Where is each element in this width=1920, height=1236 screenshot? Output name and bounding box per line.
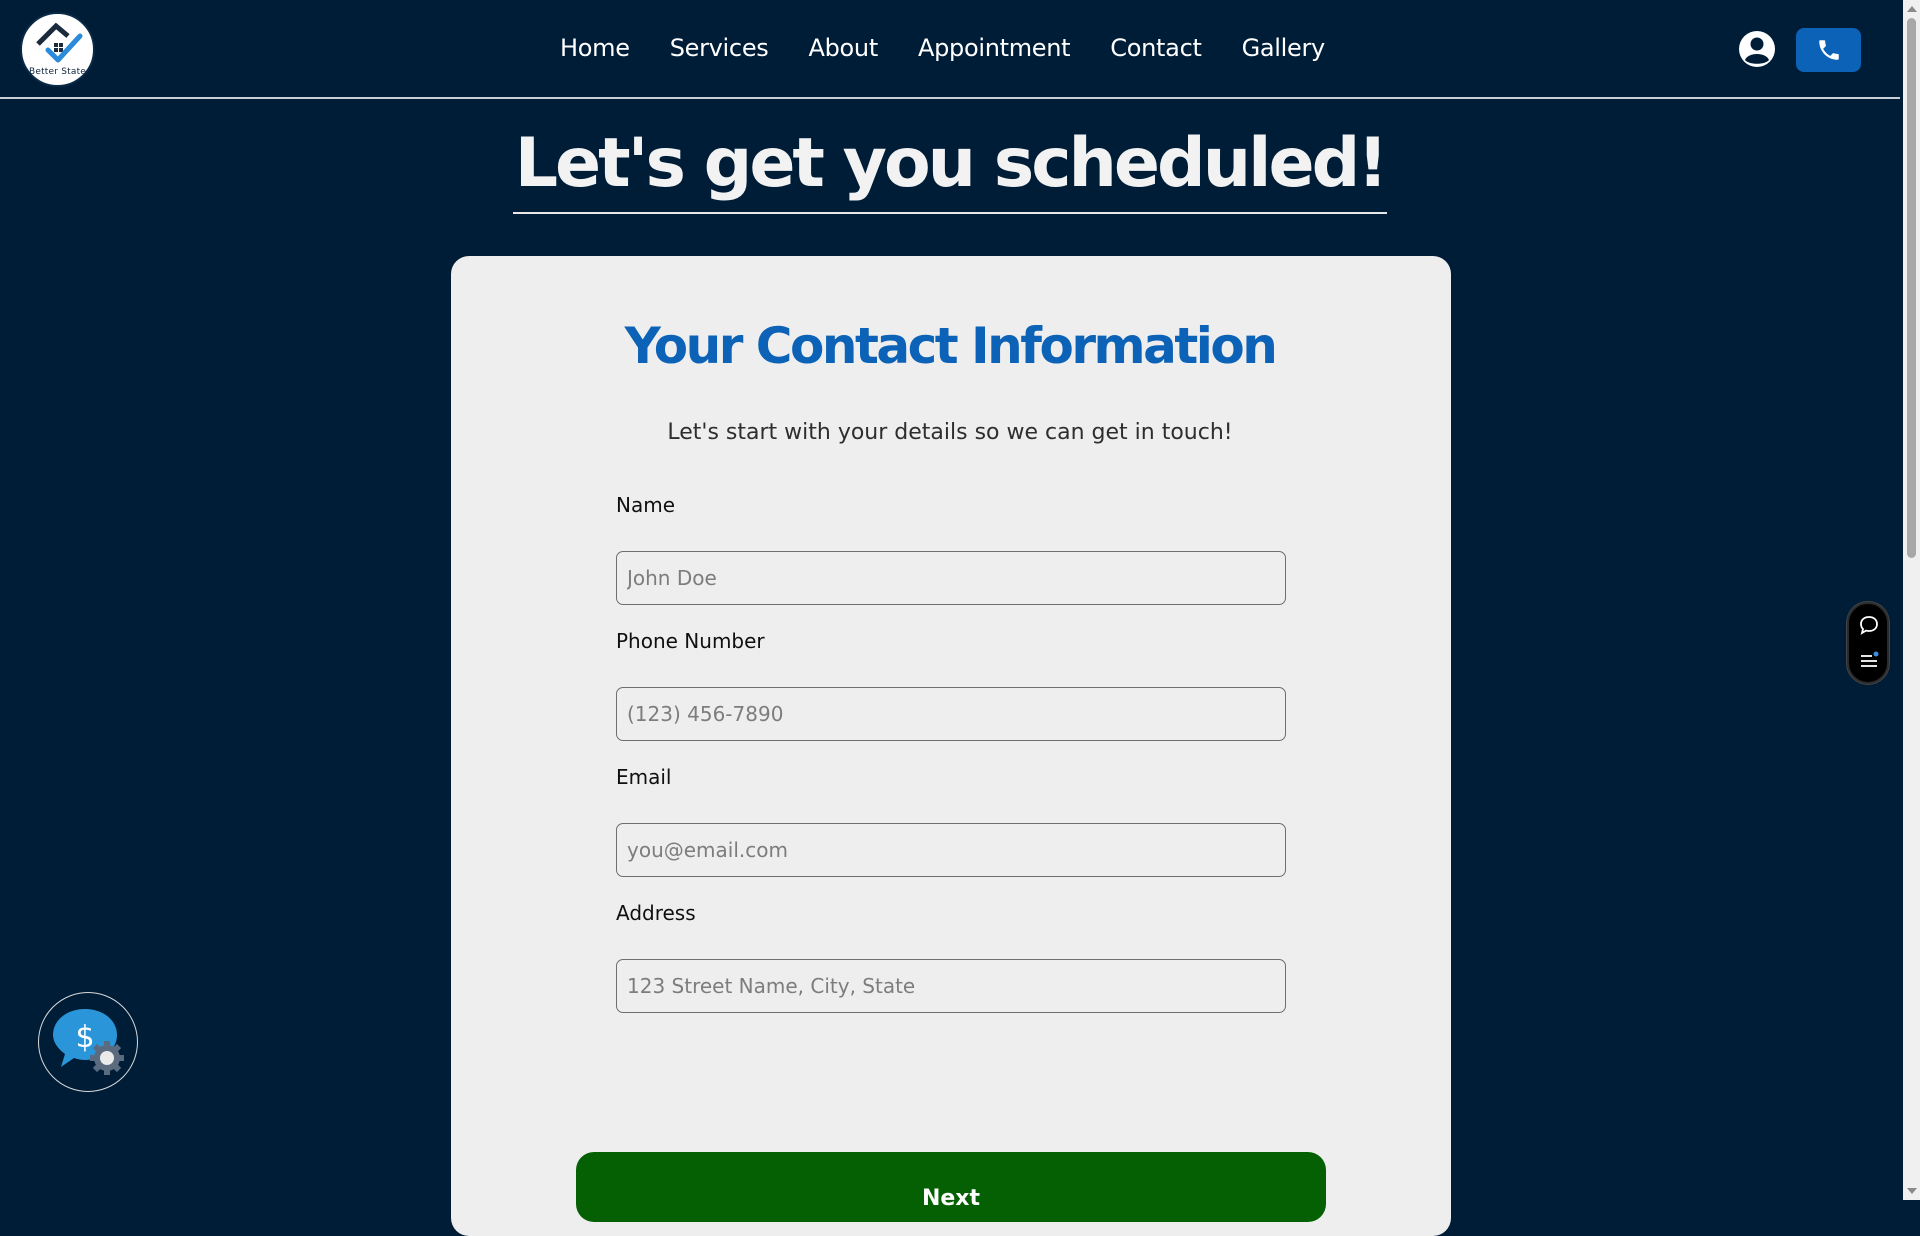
user-circle-icon[interactable] <box>1738 30 1776 68</box>
phone-button[interactable] <box>1796 28 1861 72</box>
nav-appointment[interactable]: Appointment <box>898 28 1090 68</box>
scroll-thumb[interactable] <box>1907 18 1916 558</box>
address-input[interactable] <box>616 959 1286 1013</box>
svg-text:$: $ <box>75 1020 94 1055</box>
phone-number-input[interactable] <box>616 687 1286 741</box>
logo-text: Better State <box>28 67 87 77</box>
next-button[interactable]: Next <box>576 1152 1326 1222</box>
contact-form-card <box>451 256 1451 1236</box>
nav-contact[interactable]: Contact <box>1090 28 1221 68</box>
nav-gallery[interactable]: Gallery <box>1222 28 1345 68</box>
email-label: Email <box>616 765 672 789</box>
nav-home[interactable]: Home <box>540 28 650 68</box>
main-nav: Home Services About Appointment Contact … <box>540 28 1345 68</box>
dollar-chat-gear-icon: $ <box>53 1009 124 1075</box>
side-toolbar <box>1847 602 1889 684</box>
name-input[interactable] <box>616 551 1286 605</box>
page-scrollbar[interactable] <box>1903 0 1920 1200</box>
name-label: Name <box>616 493 676 517</box>
site-header: Better State Home Services About Appoint… <box>0 0 1900 99</box>
house-check-icon <box>36 22 83 63</box>
form-title: Your Contact Information <box>624 317 1278 375</box>
page-title-text: Let's get you scheduled! <box>512 118 1388 214</box>
logo[interactable]: Better State <box>20 12 95 87</box>
nav-about[interactable]: About <box>789 28 898 68</box>
menu-list-icon[interactable] <box>1858 650 1880 672</box>
scroll-up-arrow-icon[interactable] <box>1907 6 1917 12</box>
phone-number-label: Phone Number <box>616 629 765 653</box>
form-subtitle: Let's start with your details so we can … <box>667 420 1233 445</box>
scroll-down-arrow-icon[interactable] <box>1907 1188 1917 1194</box>
chat-bubble-icon[interactable] <box>1858 614 1880 636</box>
address-label: Address <box>616 901 696 925</box>
page-title: Let's get you scheduled! <box>0 118 1900 214</box>
phone-icon <box>1818 40 1839 60</box>
nav-services[interactable]: Services <box>650 28 789 68</box>
email-input[interactable] <box>616 823 1286 877</box>
pricing-chat-widget[interactable]: $ <box>38 992 138 1092</box>
